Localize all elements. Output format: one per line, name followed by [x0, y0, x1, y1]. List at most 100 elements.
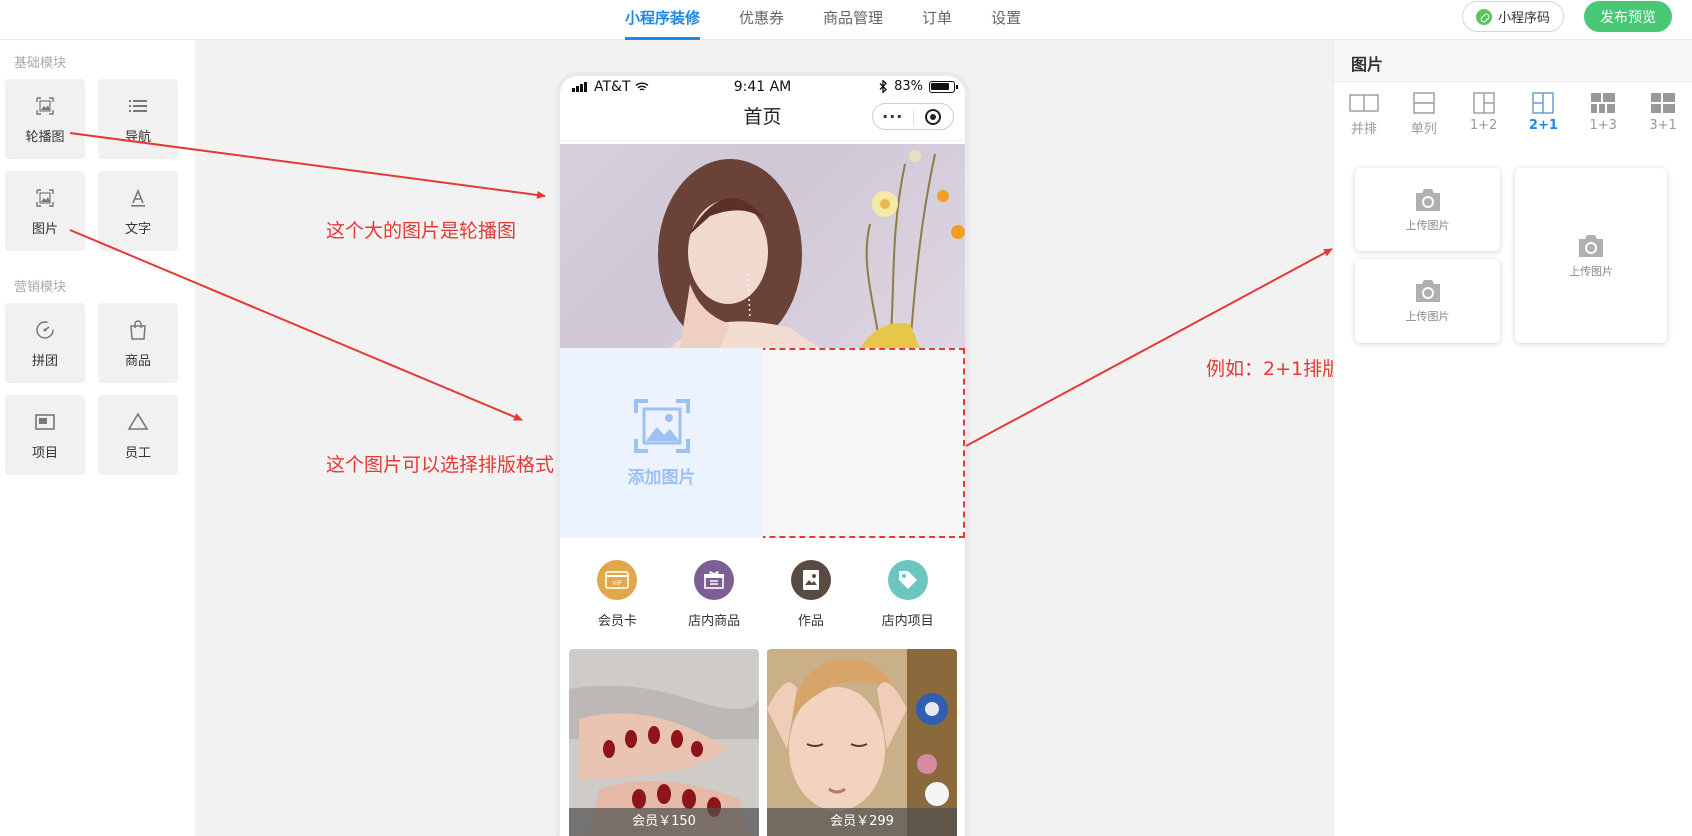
status-bar: AT&T 9:41 AM 83% — [560, 76, 965, 98]
annotation-carousel: 这个大的图片是轮播图 — [326, 220, 517, 242]
product-card-nails[interactable]: 会员￥150 — [569, 649, 759, 836]
layout-1-plus-3[interactable]: 1+3 — [1573, 92, 1633, 137]
one-plus-three-icon — [1591, 93, 1616, 113]
three-plus-one-icon — [1651, 93, 1676, 113]
layout-single-column[interactable]: 单列 — [1394, 92, 1454, 137]
group-buy-icon — [36, 320, 54, 339]
upload-slot-right[interactable]: 上传图片 — [1515, 168, 1667, 343]
link-icon — [1475, 8, 1492, 25]
layout-3-plus-1[interactable]: 3+1 — [1633, 92, 1692, 137]
mini-program-code-button[interactable]: 小程序码 — [1462, 1, 1564, 32]
vip-card-icon: VIP — [597, 559, 638, 600]
mini-program-code-label: 小程序码 — [1497, 11, 1550, 26]
quick-nav-label: 店内商品 — [688, 613, 741, 629]
tab-mini-program-decor[interactable]: 小程序装修 — [625, 0, 701, 40]
module-navigation-label: 导航 — [124, 129, 151, 145]
side-by-side-icon — [1349, 94, 1379, 112]
triangle-icon — [127, 411, 149, 430]
camera-icon — [1579, 234, 1603, 257]
marketing-modules-title: 营销模块 — [14, 280, 67, 295]
quick-nav-store-projects[interactable]: 店内项目 — [863, 559, 953, 629]
module-carousel[interactable]: 轮播图 — [5, 79, 85, 159]
gift-box-icon — [694, 559, 735, 600]
image-settings-panel: 图片 并排 单列 1+2 2+1 1+3 3+1 上传图片 上传图片 上传图片 — [1333, 40, 1692, 836]
add-image-slot[interactable]: 添加图片 — [560, 348, 763, 538]
tab-settings[interactable]: 设置 — [991, 0, 1021, 40]
camera-icon — [1415, 188, 1440, 211]
upload-label: 上传图片 — [1405, 310, 1450, 323]
layout-label: 单列 — [1410, 122, 1437, 137]
product-card-facial[interactable]: 会员￥299 — [767, 649, 957, 836]
more-icon[interactable]: ··· — [873, 108, 913, 124]
layout-label: 并排 — [1350, 122, 1377, 137]
battery-icon — [929, 80, 958, 93]
basic-modules-title: 基础模块 — [14, 56, 67, 71]
capsule-menu[interactable]: ··· — [872, 103, 954, 130]
layout-label: 2+1 — [1528, 118, 1558, 133]
publish-preview-button[interactable]: 发布预览 — [1584, 1, 1672, 32]
upload-slot-bottom-left[interactable]: 上传图片 — [1355, 259, 1500, 343]
module-sidebar: 基础模块 轮播图 导航 图片 文字 营销模块 拼团 商品 项目 员工 — [0, 40, 195, 836]
layout-side-by-side[interactable]: 并排 — [1334, 92, 1394, 137]
project-icon — [35, 413, 55, 430]
tab-orders[interactable]: 订单 — [922, 0, 952, 40]
module-navigation[interactable]: 导航 — [98, 79, 178, 159]
layout-1-plus-2[interactable]: 1+2 — [1454, 92, 1514, 137]
arrow-to-layout-panel — [965, 248, 1333, 447]
panel-title: 图片 — [1351, 55, 1384, 74]
module-image[interactable]: 图片 — [5, 171, 85, 251]
phone-preview: AT&T 9:41 AM 83% 首页 ··· 添加图片 VIP 会员卡 店内商… — [560, 76, 965, 836]
quick-nav-works[interactable]: 作品 — [766, 559, 856, 629]
quick-nav: VIP 会员卡 店内商品 作品 店内项目 — [569, 542, 956, 646]
portrait-illustration — [658, 150, 965, 348]
layout-label: 3+1 — [1649, 118, 1677, 133]
image-frame-icon — [36, 96, 54, 115]
upload-slot-top-left[interactable]: 上传图片 — [1355, 168, 1500, 251]
image-frame-icon — [36, 188, 54, 207]
module-product-label: 商品 — [124, 353, 151, 369]
module-project[interactable]: 项目 — [5, 395, 85, 475]
top-nav: 小程序装修 优惠券 商品管理 订单 设置 小程序码 发布预览 — [0, 0, 1692, 40]
add-image-label: 添加图片 — [627, 467, 696, 488]
tab-coupons[interactable]: 优惠券 — [739, 0, 784, 40]
module-product[interactable]: 商品 — [98, 303, 178, 383]
list-icon — [129, 99, 147, 112]
camera-icon — [1415, 280, 1440, 302]
svg-text:VIP: VIP — [613, 580, 623, 587]
bluetooth-icon — [879, 80, 888, 93]
quick-nav-member-card[interactable]: VIP 会员卡 — [572, 559, 662, 629]
text-icon — [131, 188, 145, 207]
module-text-label: 文字 — [124, 221, 151, 237]
shopping-bag-icon — [130, 319, 146, 340]
layout-label: 1+2 — [1469, 118, 1498, 133]
quick-nav-label: 作品 — [797, 613, 824, 629]
upload-label: 上传图片 — [1569, 264, 1613, 278]
module-project-label: 项目 — [31, 445, 58, 461]
close-target-icon[interactable] — [913, 108, 953, 125]
upload-label: 上传图片 — [1405, 218, 1450, 232]
product-price: 会员￥299 — [767, 808, 957, 836]
quick-nav-store-products[interactable]: 店内商品 — [669, 559, 759, 629]
one-plus-two-icon — [1472, 92, 1495, 114]
add-image-icon — [633, 398, 690, 453]
image-module-preview[interactable]: 添加图片 — [560, 348, 965, 538]
main-tabs: 小程序装修 优惠券 商品管理 订单 设置 — [625, 0, 1060, 40]
module-carousel-label: 轮播图 — [25, 129, 65, 145]
tag-icon — [887, 559, 928, 600]
layout-label: 1+3 — [1589, 118, 1617, 133]
product-price: 会员￥150 — [569, 808, 759, 836]
two-plus-one-icon — [1532, 92, 1555, 114]
single-column-icon — [1413, 92, 1435, 114]
layout-2-plus-1[interactable]: 2+1 — [1513, 92, 1573, 137]
module-group-buy-label: 拼团 — [31, 353, 58, 369]
tab-product-management[interactable]: 商品管理 — [823, 0, 883, 40]
module-image-label: 图片 — [31, 221, 58, 237]
module-staff[interactable]: 员工 — [98, 395, 178, 475]
module-group-buy[interactable]: 拼团 — [5, 303, 85, 383]
quick-nav-label: 会员卡 — [597, 613, 637, 629]
layout-options: 并排 单列 1+2 2+1 1+3 3+1 — [1334, 92, 1692, 137]
album-icon — [790, 559, 831, 600]
carousel-banner-image[interactable] — [560, 144, 965, 348]
quick-nav-label: 店内项目 — [881, 613, 934, 629]
module-text[interactable]: 文字 — [98, 171, 178, 251]
